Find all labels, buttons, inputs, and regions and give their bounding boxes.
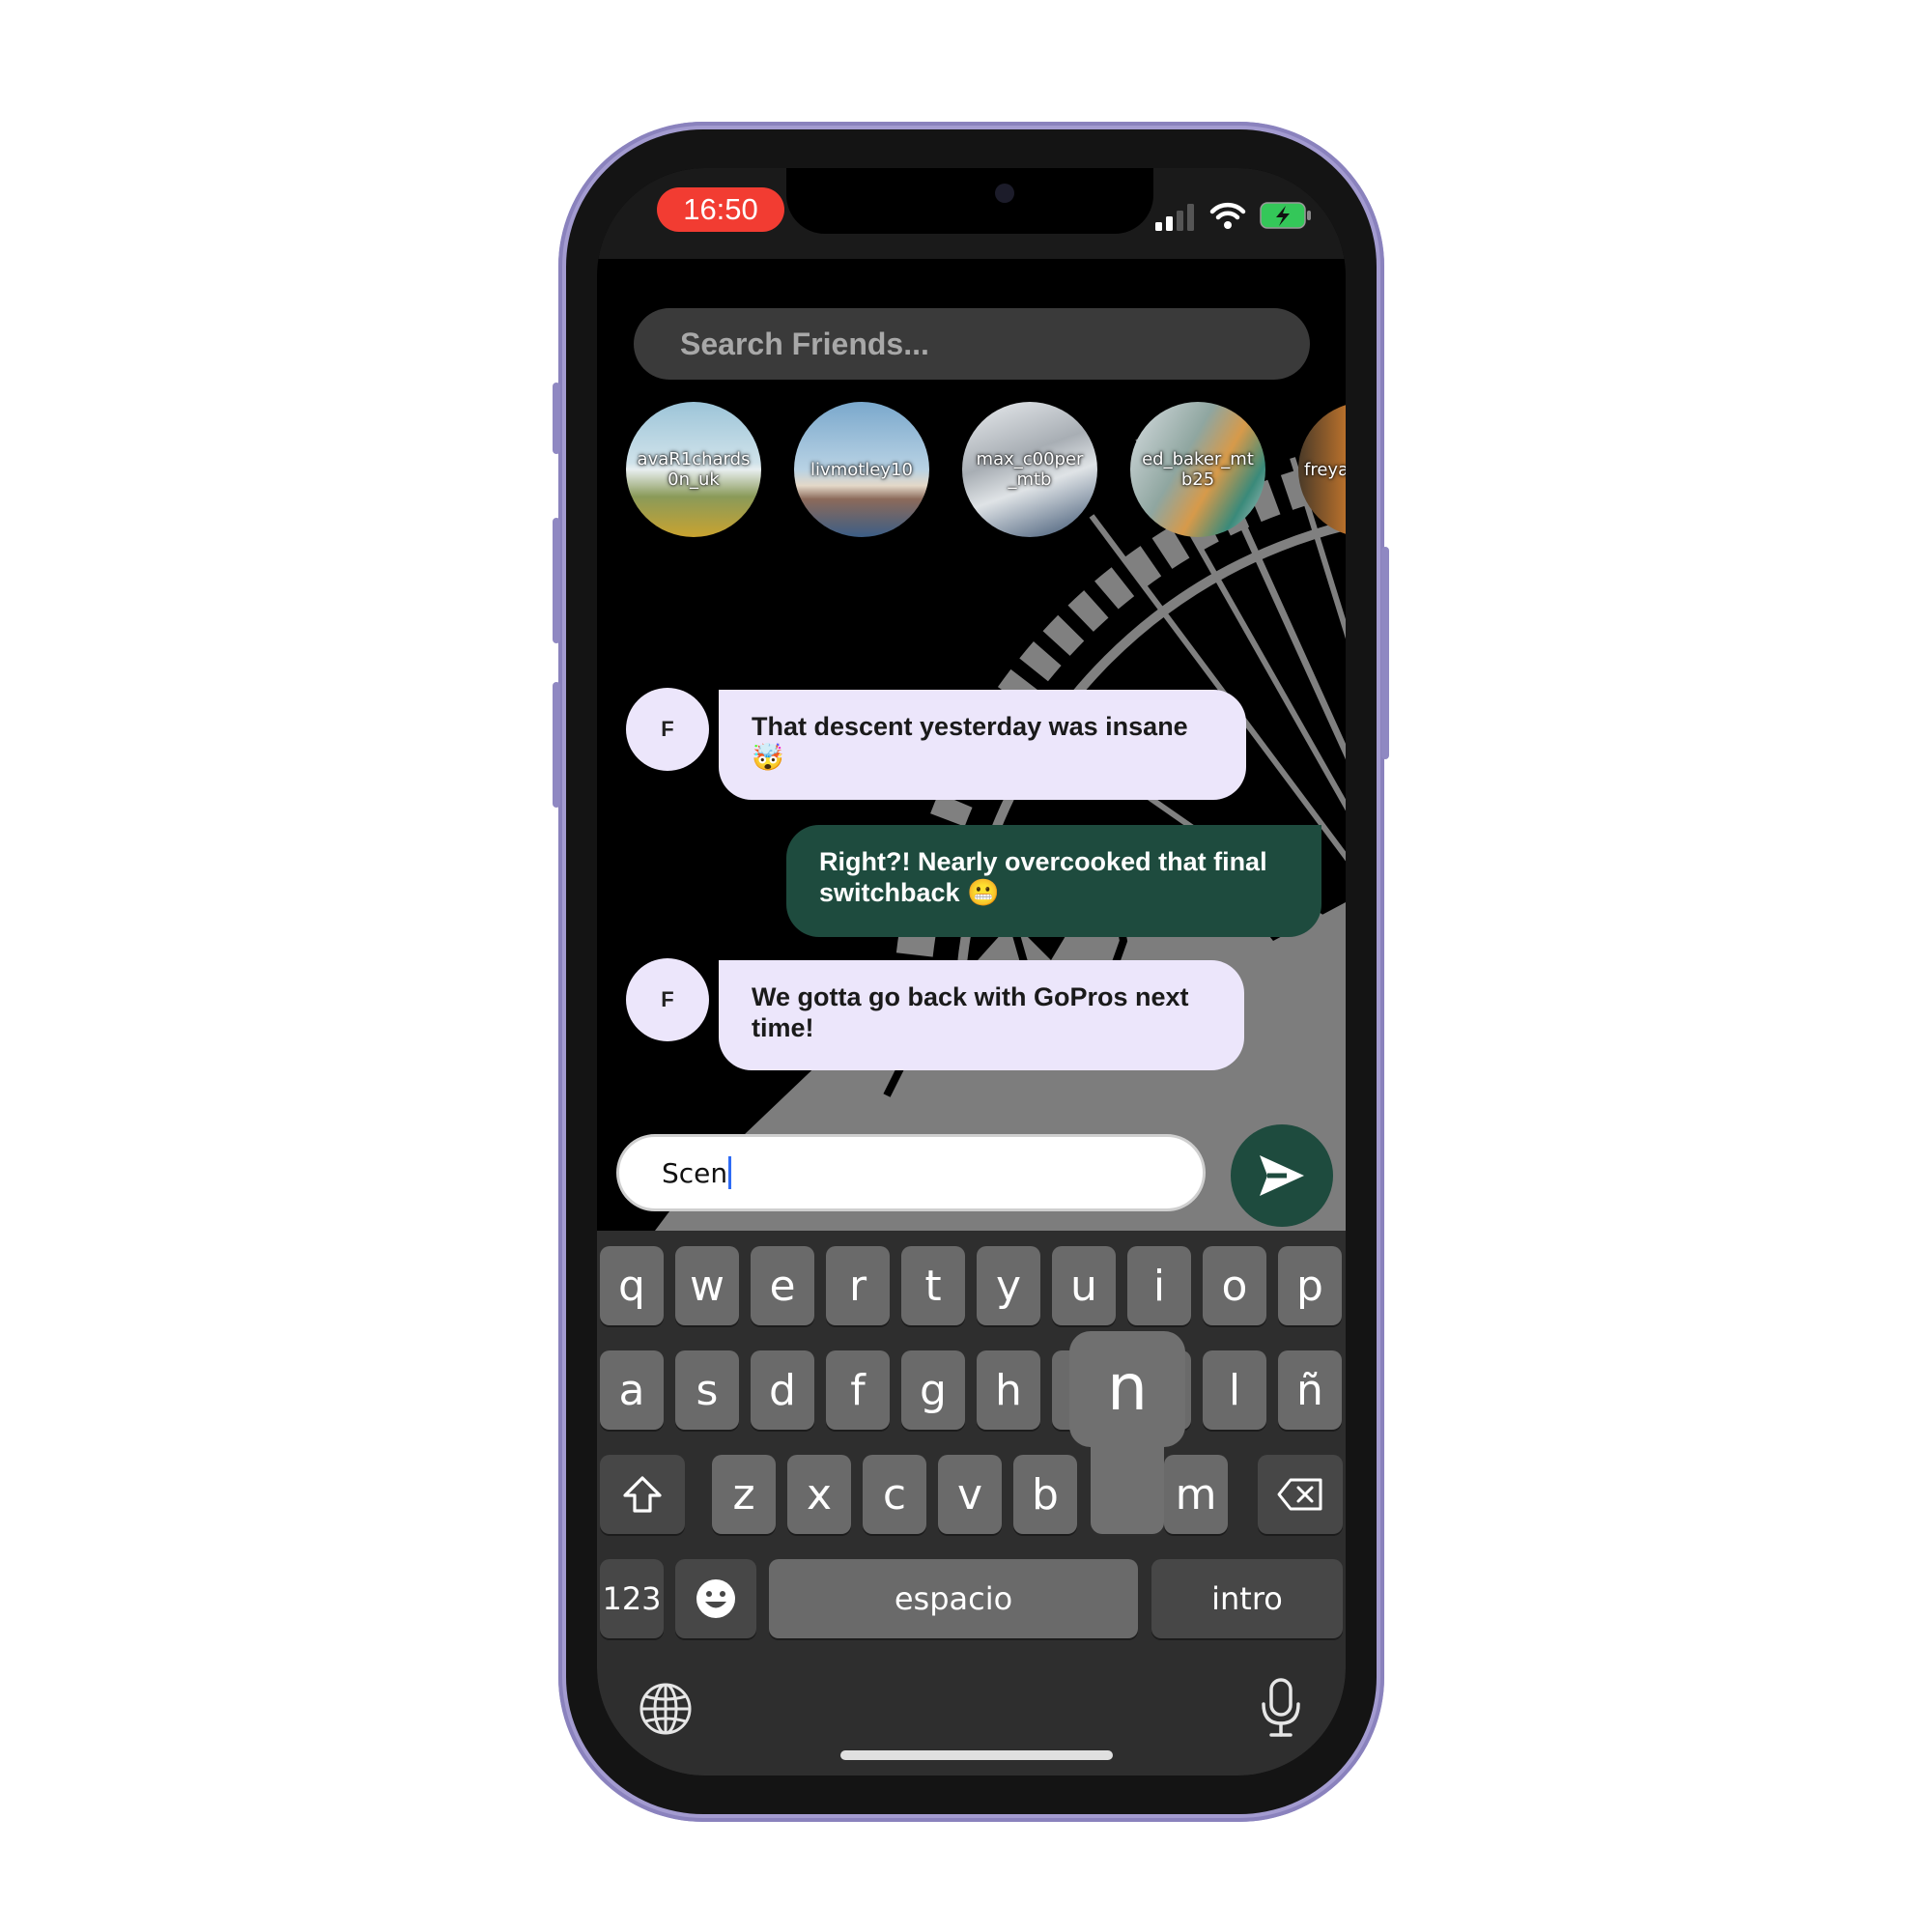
story-username: avaR1chards 0n_uk bbox=[637, 449, 751, 490]
exploding-head-emoji: 🤯 bbox=[752, 743, 784, 772]
dynamic-island bbox=[786, 168, 1153, 234]
status-bar: 16:50 bbox=[597, 168, 1346, 259]
key-g[interactable]: g bbox=[901, 1350, 965, 1430]
story-username: max_c00per _mtb bbox=[976, 449, 1084, 490]
story-username: livmotley10 bbox=[810, 459, 913, 480]
key-s[interactable]: s bbox=[675, 1350, 739, 1430]
shift-icon bbox=[623, 1476, 662, 1513]
key-d[interactable]: d bbox=[751, 1350, 814, 1430]
search-friends-input[interactable]: Search Friends... bbox=[634, 308, 1310, 380]
send-icon bbox=[1260, 1155, 1304, 1196]
key-u[interactable]: u bbox=[1052, 1246, 1116, 1325]
key-popup: n bbox=[1069, 1331, 1185, 1534]
key-popup-letter: n bbox=[1107, 1350, 1148, 1425]
camera-dot bbox=[995, 184, 1014, 203]
grimacing-emoji: 😬 bbox=[967, 878, 1000, 907]
shift-key[interactable] bbox=[600, 1455, 685, 1534]
backspace-key[interactable] bbox=[1258, 1455, 1343, 1534]
key-w[interactable]: w bbox=[675, 1246, 739, 1325]
key-z[interactable]: z bbox=[712, 1455, 776, 1534]
story-avatar[interactable]: max_c00per _mtb bbox=[962, 402, 1097, 537]
globe-icon[interactable] bbox=[638, 1681, 694, 1737]
key-v[interactable]: v bbox=[938, 1455, 1002, 1534]
home-indicator[interactable] bbox=[840, 1750, 1113, 1760]
key-r[interactable]: r bbox=[826, 1246, 890, 1325]
status-time[interactable]: 16:50 bbox=[657, 187, 784, 232]
key-b[interactable]: b bbox=[1013, 1455, 1077, 1534]
story-username: ed_baker_mt b25 bbox=[1142, 449, 1254, 490]
sender-avatar[interactable]: F bbox=[626, 958, 709, 1041]
story-avatar[interactable]: livmotley10 bbox=[794, 402, 929, 537]
key-x[interactable]: x bbox=[787, 1455, 851, 1534]
key-l[interactable]: l bbox=[1203, 1350, 1266, 1430]
key-f[interactable]: f bbox=[826, 1350, 890, 1430]
backspace-icon bbox=[1277, 1478, 1322, 1511]
return-key[interactable]: intro bbox=[1151, 1559, 1343, 1638]
phone-bezel: 16:50 Search Friends... avaR1chards 0n_u… bbox=[566, 129, 1377, 1814]
message-text: That descent yesterday was insane bbox=[752, 712, 1188, 741]
send-button[interactable] bbox=[1231, 1124, 1333, 1227]
message-bubble-incoming[interactable]: That descent yesterday was insane 🤯 bbox=[719, 690, 1246, 800]
story-avatar[interactable]: ed_baker_mt b25 bbox=[1130, 402, 1265, 537]
key-c[interactable]: c bbox=[863, 1455, 926, 1534]
emoji-key[interactable] bbox=[675, 1559, 756, 1638]
sender-avatar[interactable]: F bbox=[626, 688, 709, 771]
phone-frame: 16:50 Search Friends... avaR1chards 0n_u… bbox=[553, 122, 1389, 1822]
story-username: freya_ bbox=[1304, 459, 1346, 480]
key-p[interactable]: p bbox=[1278, 1246, 1342, 1325]
message-input-value: Scen bbox=[662, 1156, 728, 1189]
key-q[interactable]: q bbox=[600, 1246, 664, 1325]
key-e[interactable]: e bbox=[751, 1246, 814, 1325]
key-y[interactable]: y bbox=[977, 1246, 1040, 1325]
microphone-icon[interactable] bbox=[1260, 1677, 1302, 1739]
keyboard: q w e r t y u i o p a s d f g h l ñ z x … bbox=[597, 1231, 1346, 1776]
emoji-icon bbox=[696, 1579, 735, 1618]
key-i[interactable]: i bbox=[1127, 1246, 1191, 1325]
action-button bbox=[553, 383, 560, 454]
numbers-key[interactable]: 123 bbox=[600, 1559, 664, 1638]
cellular-signal-icon bbox=[1155, 204, 1194, 231]
wifi-icon bbox=[1209, 202, 1246, 229]
message-text: Right?! Nearly overcooked that final swi… bbox=[819, 847, 1267, 907]
key-h[interactable]: h bbox=[977, 1350, 1040, 1430]
screen: 16:50 Search Friends... avaR1chards 0n_u… bbox=[597, 168, 1346, 1776]
key-n-tilde[interactable]: ñ bbox=[1278, 1350, 1342, 1430]
text-caret bbox=[728, 1156, 732, 1189]
message-text: We gotta go back with GoPros next time! bbox=[752, 982, 1189, 1042]
message-bubble-incoming[interactable]: We gotta go back with GoPros next time! bbox=[719, 960, 1244, 1070]
story-avatar[interactable]: avaR1chards 0n_uk bbox=[626, 402, 761, 537]
key-o[interactable]: o bbox=[1203, 1246, 1266, 1325]
volume-down-button bbox=[553, 682, 560, 808]
battery-charging-icon bbox=[1260, 202, 1311, 229]
key-a[interactable]: a bbox=[600, 1350, 664, 1430]
space-key[interactable]: espacio bbox=[769, 1559, 1138, 1638]
message-bubble-outgoing[interactable]: Right?! Nearly overcooked that final swi… bbox=[786, 825, 1321, 937]
power-button bbox=[1381, 547, 1389, 759]
key-t[interactable]: t bbox=[901, 1246, 965, 1325]
story-avatar[interactable]: freya_ bbox=[1298, 402, 1346, 537]
volume-up-button bbox=[553, 518, 560, 643]
message-input[interactable]: Scen bbox=[616, 1134, 1206, 1211]
